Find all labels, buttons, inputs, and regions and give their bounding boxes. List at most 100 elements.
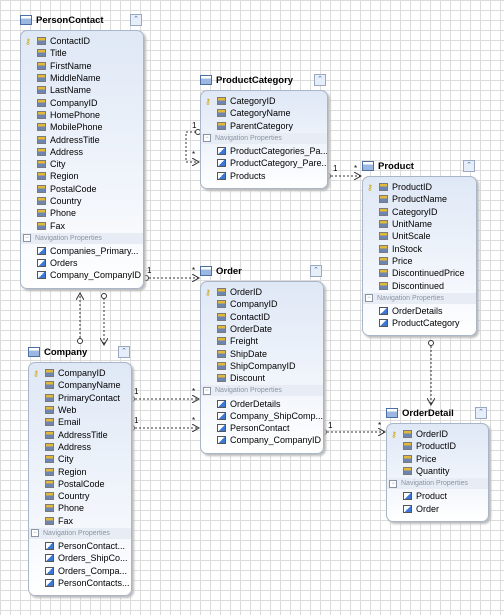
collapse-minus-icon[interactable]: − xyxy=(23,234,31,243)
navigation-property-row[interactable]: Companies_Primary... xyxy=(21,245,143,257)
property-row[interactable]: Price xyxy=(363,255,476,267)
collapse-minus-icon[interactable]: − xyxy=(203,134,211,143)
property-row[interactable]: CategoryID xyxy=(363,206,476,218)
collapse-chevron-icon[interactable]: ⌃ xyxy=(310,265,322,277)
property-row[interactable]: CompanyName xyxy=(29,379,131,391)
navigation-property-row[interactable]: Company_CompanyID xyxy=(21,269,143,281)
property-row[interactable]: AddressTitle xyxy=(21,133,143,145)
property-row[interactable]: UnitName xyxy=(363,218,476,230)
entity-productcategory[interactable]: ProductCategory ⌃ ⚷ CategoryID CategoryName P… xyxy=(200,73,328,189)
collapse-chevron-icon[interactable]: ⌃ xyxy=(463,160,475,172)
navigation-property-row[interactable]: ProductCategory xyxy=(363,317,476,329)
navigation-property-row[interactable]: Orders_ShipCo... xyxy=(29,552,131,564)
property-row[interactable]: Phone xyxy=(21,207,143,219)
property-row[interactable]: Freight xyxy=(201,335,323,347)
property-row[interactable]: Email xyxy=(29,416,131,428)
property-row[interactable]: OrderDate xyxy=(201,323,323,335)
property-row[interactable]: PrimaryContact xyxy=(29,392,131,404)
property-row[interactable]: Fax xyxy=(29,515,131,527)
navigation-property-row[interactable]: Orders xyxy=(21,257,143,269)
navigation-properties-header[interactable]: − Navigation Properties xyxy=(363,292,476,304)
property-row[interactable]: City xyxy=(21,158,143,170)
entity-orderdetail[interactable]: OrderDetail ⌃ ⚷ OrderID ProductID Price Quanti… xyxy=(386,406,489,522)
collapse-chevron-icon[interactable]: ⌃ xyxy=(475,407,487,419)
property-row[interactable]: Discontinued xyxy=(363,279,476,291)
property-row[interactable]: ProductID xyxy=(387,440,488,452)
navigation-property-row[interactable]: PersonContacts... xyxy=(29,577,131,589)
entity-header[interactable]: Order ⌃ xyxy=(200,264,324,278)
property-row[interactable]: AddressTitle xyxy=(29,428,131,440)
property-row[interactable]: Address xyxy=(29,441,131,453)
property-row[interactable]: PostalCode xyxy=(21,183,143,195)
property-row[interactable]: UnitScale xyxy=(363,230,476,242)
property-row[interactable]: ⚷ CompanyID xyxy=(29,367,131,379)
navigation-property-row[interactable]: PersonContact xyxy=(201,422,323,434)
navigation-property-row[interactable]: Product xyxy=(387,490,488,502)
entity-header[interactable]: OrderDetail ⌃ xyxy=(386,406,489,420)
navigation-property-row[interactable]: OrderDetails xyxy=(363,305,476,317)
navigation-property-row[interactable]: Orders_Compa... xyxy=(29,564,131,576)
entity-product[interactable]: Product ⌃ ⚷ ProductID ProductName CategoryID U… xyxy=(362,159,477,337)
navigation-properties-header[interactable]: − Navigation Properties xyxy=(21,232,143,244)
property-row[interactable]: ShipCompanyID xyxy=(201,360,323,372)
entity-header[interactable]: Company ⌃ xyxy=(28,345,132,359)
collapse-minus-icon[interactable]: − xyxy=(365,294,373,303)
property-row[interactable]: PostalCode xyxy=(29,478,131,490)
property-row[interactable]: Discount xyxy=(201,372,323,384)
property-row[interactable]: LastName xyxy=(21,84,143,96)
property-row[interactable]: ⚷ OrderID xyxy=(201,286,323,298)
navigation-property-row[interactable]: Company_ShipComp... xyxy=(201,410,323,422)
navigation-property-row[interactable]: ProductCategory_Pare... xyxy=(201,157,327,169)
entity-company[interactable]: Company ⌃ ⚷ CompanyID CompanyName PrimaryCont… xyxy=(28,345,132,597)
navigation-properties-header[interactable]: − Navigation Properties xyxy=(201,132,327,144)
navigation-property-row[interactable]: OrderDetails xyxy=(201,397,323,409)
navigation-property-row[interactable]: Order xyxy=(387,502,488,514)
property-row[interactable]: Quantity xyxy=(387,465,488,477)
property-row[interactable]: Country xyxy=(29,490,131,502)
property-row[interactable]: Price xyxy=(387,453,488,465)
property-row[interactable]: InStock xyxy=(363,242,476,254)
property-row[interactable]: ParentCategory xyxy=(201,120,327,132)
navigation-property-row[interactable]: PersonContact... xyxy=(29,540,131,552)
property-row[interactable]: CategoryName xyxy=(201,107,327,119)
property-row[interactable]: Title xyxy=(21,47,143,59)
navigation-properties-header[interactable]: − Navigation Properties xyxy=(387,478,488,490)
navigation-properties-header[interactable]: − Navigation Properties xyxy=(29,527,131,539)
property-row[interactable]: MiddleName xyxy=(21,72,143,84)
property-row[interactable]: DiscontinuedPrice xyxy=(363,267,476,279)
collapse-chevron-icon[interactable]: ⌃ xyxy=(314,74,326,86)
property-row[interactable]: Address xyxy=(21,146,143,158)
property-row[interactable]: ⚷ ProductID xyxy=(363,181,476,193)
property-row[interactable]: Web xyxy=(29,404,131,416)
property-row[interactable]: CompanyID xyxy=(21,96,143,108)
navigation-properties-header[interactable]: − Navigation Properties xyxy=(201,385,323,397)
property-row[interactable]: Region xyxy=(21,170,143,182)
entity-header[interactable]: Product ⌃ xyxy=(362,159,477,173)
entity-personcontact[interactable]: PersonContact ⌃ ⚷ ContactID Title FirstName Mi… xyxy=(20,13,144,289)
collapse-minus-icon[interactable]: − xyxy=(389,479,397,488)
entity-header[interactable]: ProductCategory ⌃ xyxy=(200,73,328,87)
property-row[interactable]: ContactID xyxy=(201,311,323,323)
property-row[interactable]: Phone xyxy=(29,502,131,514)
navigation-property-row[interactable]: Products xyxy=(201,169,327,181)
property-row[interactable]: ProductName xyxy=(363,193,476,205)
property-row[interactable]: ⚷ ContactID xyxy=(21,35,143,47)
property-row[interactable]: ShipDate xyxy=(201,347,323,359)
property-row[interactable]: ⚷ CategoryID xyxy=(201,95,327,107)
entity-header[interactable]: PersonContact ⌃ xyxy=(20,13,144,27)
property-row[interactable]: HomePhone xyxy=(21,109,143,121)
collapse-chevron-icon[interactable]: ⌃ xyxy=(130,14,142,26)
property-row[interactable]: City xyxy=(29,453,131,465)
collapse-minus-icon[interactable]: − xyxy=(31,529,39,538)
property-row[interactable]: Fax xyxy=(21,219,143,231)
property-row[interactable]: CompanyID xyxy=(201,298,323,310)
collapse-minus-icon[interactable]: − xyxy=(203,386,211,395)
navigation-property-row[interactable]: ProductCategories_Pa... xyxy=(201,145,327,157)
navigation-property-row[interactable]: Company_CompanyID xyxy=(201,434,323,446)
property-row[interactable]: ⚷ OrderID xyxy=(387,428,488,440)
collapse-chevron-icon[interactable]: ⌃ xyxy=(118,346,130,358)
property-row[interactable]: Country xyxy=(21,195,143,207)
property-row[interactable]: Region xyxy=(29,465,131,477)
property-row[interactable]: FirstName xyxy=(21,60,143,72)
property-row[interactable]: MobilePhone xyxy=(21,121,143,133)
